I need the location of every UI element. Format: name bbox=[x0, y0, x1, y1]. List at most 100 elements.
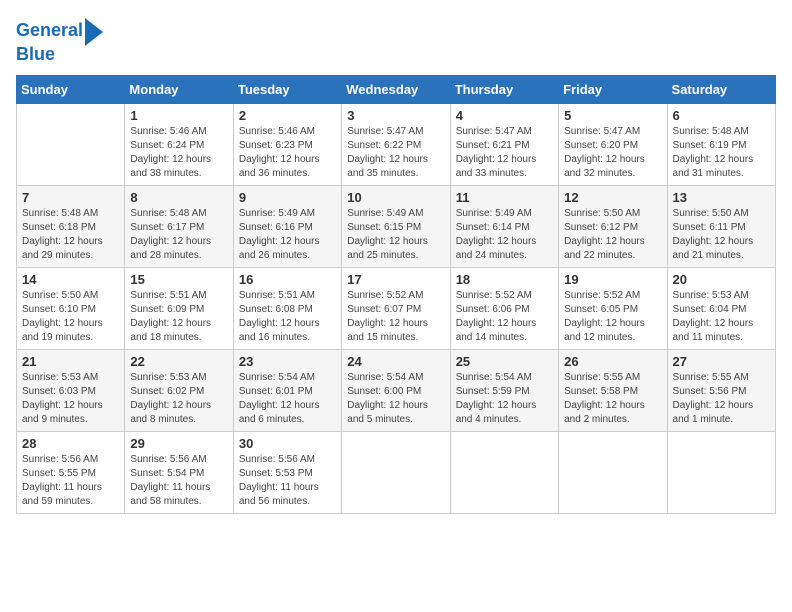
calendar-week-row: 1 Sunrise: 5:46 AM Sunset: 6:24 PM Daylig… bbox=[17, 104, 776, 186]
calendar-cell: 8 Sunrise: 5:48 AM Sunset: 6:17 PM Daylig… bbox=[125, 186, 233, 268]
calendar-cell: 21 Sunrise: 5:53 AM Sunset: 6:03 PM Dayli… bbox=[17, 350, 125, 432]
cell-content: Sunrise: 5:54 AM Sunset: 6:01 PM Dayligh… bbox=[239, 371, 336, 427]
day-number: 19 bbox=[564, 272, 661, 287]
day-header-wednesday: Wednesday bbox=[342, 76, 450, 104]
calendar-cell: 26 Sunrise: 5:55 AM Sunset: 5:58 PM Dayli… bbox=[559, 350, 667, 432]
calendar-cell bbox=[342, 432, 450, 514]
calendar-cell: 5 Sunrise: 5:47 AM Sunset: 6:20 PM Daylig… bbox=[559, 104, 667, 186]
calendar-week-row: 28 Sunrise: 5:56 AM Sunset: 5:55 PM Dayli… bbox=[17, 432, 776, 514]
calendar-cell: 30 Sunrise: 5:56 AM Sunset: 5:53 PM Dayli… bbox=[233, 432, 341, 514]
logo: General Blue bbox=[16, 16, 103, 65]
cell-content: Sunrise: 5:50 AM Sunset: 6:11 PM Dayligh… bbox=[673, 207, 770, 263]
calendar-header-row: SundayMondayTuesdayWednesdayThursdayFrid… bbox=[17, 76, 776, 104]
day-number: 15 bbox=[130, 272, 227, 287]
calendar-cell bbox=[450, 432, 558, 514]
day-number: 28 bbox=[22, 436, 119, 451]
cell-content: Sunrise: 5:49 AM Sunset: 6:16 PM Dayligh… bbox=[239, 207, 336, 263]
cell-content: Sunrise: 5:51 AM Sunset: 6:08 PM Dayligh… bbox=[239, 289, 336, 345]
calendar-cell: 7 Sunrise: 5:48 AM Sunset: 6:18 PM Daylig… bbox=[17, 186, 125, 268]
day-number: 13 bbox=[673, 190, 770, 205]
cell-content: Sunrise: 5:54 AM Sunset: 5:59 PM Dayligh… bbox=[456, 371, 553, 427]
cell-content: Sunrise: 5:56 AM Sunset: 5:55 PM Dayligh… bbox=[22, 453, 119, 509]
cell-content: Sunrise: 5:46 AM Sunset: 6:24 PM Dayligh… bbox=[130, 125, 227, 181]
cell-content: Sunrise: 5:51 AM Sunset: 6:09 PM Dayligh… bbox=[130, 289, 227, 345]
page-header: General Blue bbox=[16, 16, 776, 65]
day-number: 27 bbox=[673, 354, 770, 369]
cell-content: Sunrise: 5:49 AM Sunset: 6:14 PM Dayligh… bbox=[456, 207, 553, 263]
day-header-saturday: Saturday bbox=[667, 76, 775, 104]
cell-content: Sunrise: 5:47 AM Sunset: 6:21 PM Dayligh… bbox=[456, 125, 553, 181]
day-number: 7 bbox=[22, 190, 119, 205]
calendar-cell: 20 Sunrise: 5:53 AM Sunset: 6:04 PM Dayli… bbox=[667, 268, 775, 350]
calendar-cell bbox=[17, 104, 125, 186]
cell-content: Sunrise: 5:50 AM Sunset: 6:12 PM Dayligh… bbox=[564, 207, 661, 263]
cell-content: Sunrise: 5:54 AM Sunset: 6:00 PM Dayligh… bbox=[347, 371, 444, 427]
calendar-table: SundayMondayTuesdayWednesdayThursdayFrid… bbox=[16, 75, 776, 514]
day-header-tuesday: Tuesday bbox=[233, 76, 341, 104]
day-number: 8 bbox=[130, 190, 227, 205]
calendar-cell: 16 Sunrise: 5:51 AM Sunset: 6:08 PM Dayli… bbox=[233, 268, 341, 350]
cell-content: Sunrise: 5:52 AM Sunset: 6:06 PM Dayligh… bbox=[456, 289, 553, 345]
day-number: 6 bbox=[673, 108, 770, 123]
day-number: 22 bbox=[130, 354, 227, 369]
cell-content: Sunrise: 5:55 AM Sunset: 5:58 PM Dayligh… bbox=[564, 371, 661, 427]
day-number: 24 bbox=[347, 354, 444, 369]
day-number: 23 bbox=[239, 354, 336, 369]
calendar-cell: 11 Sunrise: 5:49 AM Sunset: 6:14 PM Dayli… bbox=[450, 186, 558, 268]
day-number: 21 bbox=[22, 354, 119, 369]
cell-content: Sunrise: 5:53 AM Sunset: 6:03 PM Dayligh… bbox=[22, 371, 119, 427]
calendar-week-row: 21 Sunrise: 5:53 AM Sunset: 6:03 PM Dayli… bbox=[17, 350, 776, 432]
cell-content: Sunrise: 5:53 AM Sunset: 6:02 PM Dayligh… bbox=[130, 371, 227, 427]
cell-content: Sunrise: 5:56 AM Sunset: 5:53 PM Dayligh… bbox=[239, 453, 336, 509]
calendar-cell: 17 Sunrise: 5:52 AM Sunset: 6:07 PM Dayli… bbox=[342, 268, 450, 350]
cell-content: Sunrise: 5:56 AM Sunset: 5:54 PM Dayligh… bbox=[130, 453, 227, 509]
calendar-cell: 10Sunrise: 5:49 AM Sunset: 6:15 PM Dayli… bbox=[342, 186, 450, 268]
calendar-week-row: 14 Sunrise: 5:50 AM Sunset: 6:10 PM Dayli… bbox=[17, 268, 776, 350]
cell-content: Sunrise: 5:48 AM Sunset: 6:17 PM Dayligh… bbox=[130, 207, 227, 263]
day-number: 11 bbox=[456, 190, 553, 205]
calendar-cell: 25Sunrise: 5:54 AM Sunset: 5:59 PM Dayli… bbox=[450, 350, 558, 432]
day-number: 3 bbox=[347, 108, 444, 123]
cell-content: Sunrise: 5:53 AM Sunset: 6:04 PM Dayligh… bbox=[673, 289, 770, 345]
calendar-cell: 9 Sunrise: 5:49 AM Sunset: 6:16 PM Daylig… bbox=[233, 186, 341, 268]
day-number: 1 bbox=[130, 108, 227, 123]
day-number: 9 bbox=[239, 190, 336, 205]
cell-content: Sunrise: 5:47 AM Sunset: 6:20 PM Dayligh… bbox=[564, 125, 661, 181]
calendar-cell: 28 Sunrise: 5:56 AM Sunset: 5:55 PM Dayli… bbox=[17, 432, 125, 514]
cell-content: Sunrise: 5:50 AM Sunset: 6:10 PM Dayligh… bbox=[22, 289, 119, 345]
calendar-cell: 3 Sunrise: 5:47 AM Sunset: 6:22 PM Daylig… bbox=[342, 104, 450, 186]
cell-content: Sunrise: 5:46 AM Sunset: 6:23 PM Dayligh… bbox=[239, 125, 336, 181]
calendar-cell: 23 Sunrise: 5:54 AM Sunset: 6:01 PM Dayli… bbox=[233, 350, 341, 432]
cell-content: Sunrise: 5:47 AM Sunset: 6:22 PM Dayligh… bbox=[347, 125, 444, 181]
day-number: 16 bbox=[239, 272, 336, 287]
day-number: 4 bbox=[456, 108, 553, 123]
day-number: 14 bbox=[22, 272, 119, 287]
calendar-cell: 1 Sunrise: 5:46 AM Sunset: 6:24 PM Daylig… bbox=[125, 104, 233, 186]
day-number: 17 bbox=[347, 272, 444, 287]
cell-content: Sunrise: 5:52 AM Sunset: 6:05 PM Dayligh… bbox=[564, 289, 661, 345]
calendar-cell: 18 Sunrise: 5:52 AM Sunset: 6:06 PM Dayli… bbox=[450, 268, 558, 350]
calendar-cell bbox=[667, 432, 775, 514]
calendar-cell: 19 Sunrise: 5:52 AM Sunset: 6:05 PM Dayli… bbox=[559, 268, 667, 350]
day-number: 10 bbox=[347, 190, 444, 205]
cell-content: Sunrise: 5:48 AM Sunset: 6:18 PM Dayligh… bbox=[22, 207, 119, 263]
cell-content: Sunrise: 5:55 AM Sunset: 5:56 PM Dayligh… bbox=[673, 371, 770, 427]
calendar-cell: 4 Sunrise: 5:47 AM Sunset: 6:21 PM Daylig… bbox=[450, 104, 558, 186]
calendar-cell: 22 Sunrise: 5:53 AM Sunset: 6:02 PM Dayli… bbox=[125, 350, 233, 432]
day-number: 30 bbox=[239, 436, 336, 451]
day-number: 5 bbox=[564, 108, 661, 123]
logo-text: General bbox=[16, 21, 83, 41]
calendar-cell: 27 Sunrise: 5:55 AM Sunset: 5:56 PM Dayli… bbox=[667, 350, 775, 432]
day-number: 20 bbox=[673, 272, 770, 287]
calendar-cell: 14 Sunrise: 5:50 AM Sunset: 6:10 PM Dayli… bbox=[17, 268, 125, 350]
calendar-cell: 2Sunrise: 5:46 AM Sunset: 6:23 PM Daylig… bbox=[233, 104, 341, 186]
logo-blue: Blue bbox=[16, 44, 55, 65]
logo-arrow-icon bbox=[85, 18, 103, 46]
calendar-week-row: 7 Sunrise: 5:48 AM Sunset: 6:18 PM Daylig… bbox=[17, 186, 776, 268]
day-number: 26 bbox=[564, 354, 661, 369]
day-number: 29 bbox=[130, 436, 227, 451]
cell-content: Sunrise: 5:52 AM Sunset: 6:07 PM Dayligh… bbox=[347, 289, 444, 345]
calendar-cell: 6Sunrise: 5:48 AM Sunset: 6:19 PM Daylig… bbox=[667, 104, 775, 186]
calendar-cell: 29 Sunrise: 5:56 AM Sunset: 5:54 PM Dayli… bbox=[125, 432, 233, 514]
day-number: 18 bbox=[456, 272, 553, 287]
